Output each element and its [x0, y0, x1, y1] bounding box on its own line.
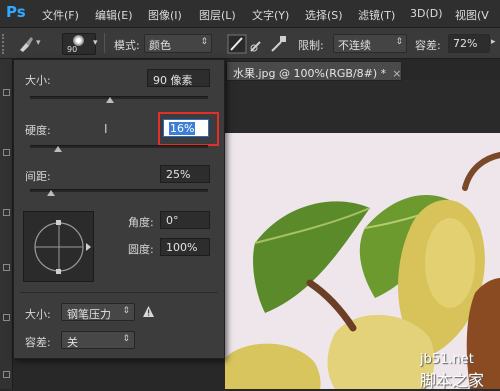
brush-size-readout: 90	[67, 45, 78, 54]
tool-icon[interactable]	[3, 149, 10, 156]
menu-bar: Ps 文件(F) 编辑(E) 图像(I) 图层(L) 文字(Y) 选择(S) 滤…	[0, 0, 500, 28]
tolerance-label: 容差:	[415, 39, 441, 52]
chevron-updown-icon: ⇕	[200, 37, 208, 47]
mode-value: 颜色	[149, 39, 171, 52]
menu-layer[interactable]: 图层(L)	[199, 7, 236, 23]
spacing-field[interactable]: 25%	[160, 165, 210, 183]
sampling-once-icon[interactable]	[248, 34, 268, 54]
app-logo: Ps	[6, 3, 26, 21]
watermark-url: jb51.net	[420, 352, 474, 367]
limit-value: 不连续	[338, 39, 371, 52]
divider	[20, 292, 218, 293]
size-slider-track[interactable]	[30, 96, 208, 99]
menu-filter[interactable]: 滤镜(T)	[358, 7, 395, 23]
chevron-right-icon[interactable]: ▸	[491, 37, 496, 47]
menu-select[interactable]: 选择(S)	[305, 7, 343, 23]
panel-tolerance-select[interactable]: 关 ⇕	[61, 331, 135, 349]
size-label: 大小:	[25, 74, 51, 87]
document-canvas[interactable]	[225, 133, 500, 389]
limit-select[interactable]: 不连续 ⇕	[333, 34, 407, 53]
chevron-updown-icon: ⇕	[122, 334, 130, 344]
sampling-continuous-icon[interactable]	[227, 34, 247, 54]
tool-strip	[0, 59, 13, 389]
tool-icon[interactable]	[3, 314, 10, 321]
warning-icon	[143, 306, 154, 317]
sampling-background-icon[interactable]	[269, 34, 289, 54]
size-field[interactable]: 90 像素	[147, 69, 210, 87]
menu-type[interactable]: 文字(Y)	[252, 7, 289, 23]
panel-tolerance-label: 容差:	[25, 336, 51, 349]
color-replacement-brush-icon[interactable]	[16, 34, 36, 54]
angle-crosshair-icon	[34, 220, 91, 274]
text-cursor-icon: I	[104, 122, 108, 136]
tool-icon[interactable]	[3, 209, 10, 216]
hardness-value: 16%	[169, 122, 196, 135]
document-title: 水果.jpg @ 100%(RGB/8#) *	[233, 67, 387, 80]
tool-icon[interactable]	[3, 264, 10, 271]
watermark-name: 脚本之家	[420, 371, 485, 390]
brush-preset-panel: 大小: 90 像素 硬度: I 16% 间距: 25% 角度: 0° 圆度: 1…	[13, 59, 225, 359]
tolerance-value: 72%	[453, 37, 478, 50]
document-tab[interactable]: 水果.jpg @ 100%(RGB/8#) * ×	[226, 61, 402, 81]
close-icon[interactable]: ×	[392, 67, 401, 80]
chevron-updown-icon: ⇕	[122, 306, 130, 316]
mode-label: 模式:	[114, 39, 140, 52]
mode-select[interactable]: 颜色 ⇕	[144, 34, 212, 53]
menu-image[interactable]: 图像(I)	[148, 7, 182, 23]
hardness-slider-thumb[interactable]	[54, 146, 63, 152]
separator	[104, 33, 105, 53]
tolerance-input[interactable]: 72%	[448, 34, 490, 53]
panel-tolerance-value: 关	[67, 336, 78, 349]
grip-handle[interactable]	[2, 34, 8, 54]
limit-label: 限制:	[298, 39, 324, 52]
hardness-field[interactable]: 16%	[163, 119, 209, 137]
menu-file[interactable]: 文件(F)	[42, 7, 79, 23]
menu-edit[interactable]: 编辑(E)	[95, 7, 133, 23]
brush-angle-roundness-preview[interactable]	[23, 211, 94, 282]
spacing-label: 间距:	[25, 170, 51, 183]
spacing-slider-thumb[interactable]	[47, 190, 56, 196]
roundness-field[interactable]: 100%	[160, 238, 210, 256]
size-control-select[interactable]: 钢笔压力 ⇕	[61, 303, 135, 321]
size-slider-thumb[interactable]	[106, 97, 115, 103]
menu-3d[interactable]: 3D(D)	[410, 7, 443, 20]
chevron-down-icon[interactable]: ▾	[36, 38, 41, 48]
options-bar: ▾ 90 ▾ 模式: 颜色 ⇕ 限制: 不连续 ⇕ 容差: 72% ▸	[0, 28, 500, 59]
size-control-value: 钢笔压力	[67, 308, 111, 321]
tool-icon[interactable]	[3, 89, 10, 96]
spacing-slider-track[interactable]	[30, 189, 208, 192]
hardness-label: 硬度:	[25, 124, 51, 137]
roundness-label: 圆度:	[128, 243, 154, 256]
chevron-updown-icon: ⇕	[395, 37, 403, 47]
menu-view[interactable]: 视图(V	[455, 7, 489, 23]
size-control-label: 大小:	[25, 308, 51, 321]
pears-photo	[225, 152, 500, 389]
chevron-down-icon[interactable]: ▾	[93, 38, 98, 48]
brush-preset-picker[interactable]: 90	[62, 33, 96, 55]
screen-mode-icon[interactable]	[3, 371, 10, 378]
angle-label: 角度:	[128, 216, 154, 229]
angle-field[interactable]: 0°	[160, 211, 210, 229]
